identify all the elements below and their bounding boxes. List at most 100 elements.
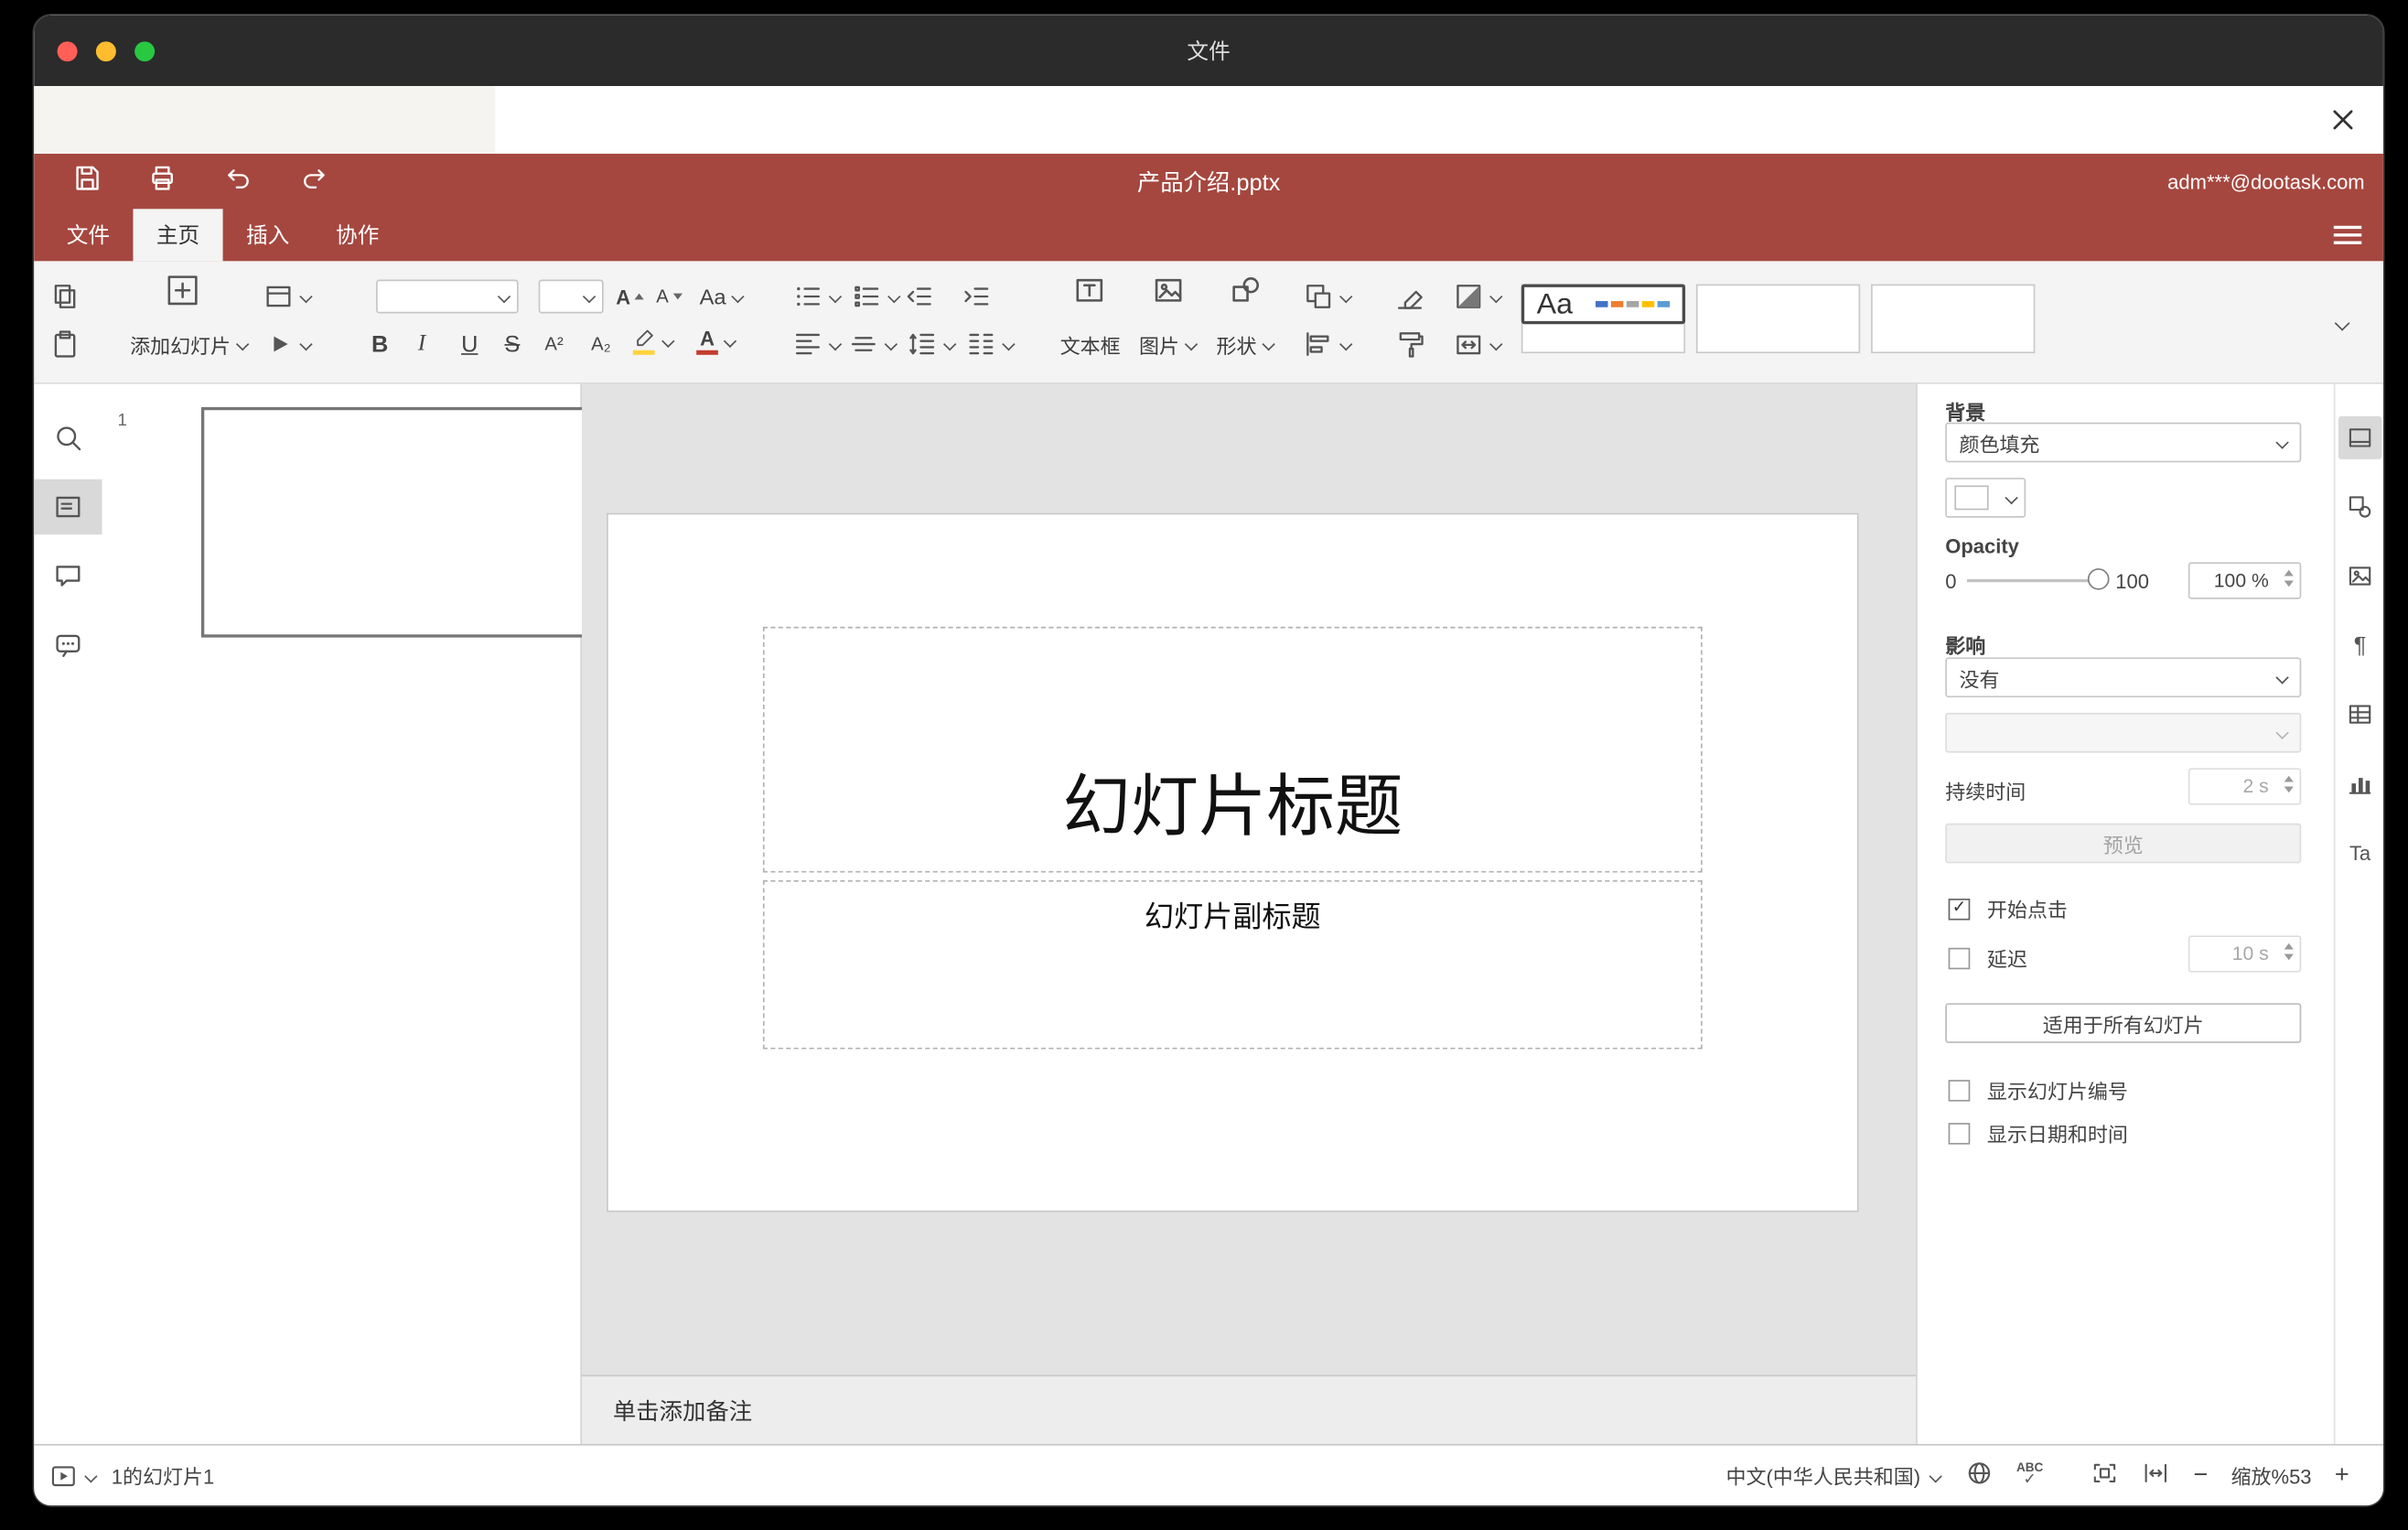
slide-layout-button[interactable]: [263, 280, 311, 314]
table-settings-button[interactable]: [2338, 693, 2381, 736]
feedback-button[interactable]: [34, 618, 102, 673]
duration-spinbox[interactable]: 2 s: [2188, 768, 2302, 805]
insert-shape-button[interactable]: [1229, 274, 1263, 307]
effect-select[interactable]: 没有: [1945, 657, 2302, 698]
comments-button[interactable]: [34, 548, 102, 603]
strikeout-button[interactable]: S: [504, 328, 520, 361]
spin-arrows[interactable]: [2284, 775, 2294, 793]
close-window-button[interactable]: [57, 40, 78, 61]
background-fill-select[interactable]: 颜色填充: [1945, 422, 2302, 463]
text-art-settings-button[interactable]: Ta: [2338, 831, 2381, 874]
apply-to-all-button[interactable]: 适用于所有幻灯片: [1945, 1003, 2302, 1043]
chart-settings-button[interactable]: [2338, 762, 2381, 805]
theme-option-3[interactable]: [1871, 284, 2036, 354]
increase-font-button[interactable]: A: [616, 280, 645, 314]
font-color-button[interactable]: A: [696, 324, 735, 358]
decrease-font-button[interactable]: A: [656, 280, 683, 314]
redo-button[interactable]: [298, 162, 329, 200]
spin-down-icon[interactable]: [2284, 954, 2294, 961]
add-slide-button[interactable]: [164, 274, 201, 307]
language-select[interactable]: 中文(中华人民共和国): [1725, 1460, 1941, 1490]
clear-style-button[interactable]: [1394, 280, 1425, 314]
spin-arrows[interactable]: [2284, 943, 2294, 961]
minimize-window-button[interactable]: [95, 40, 116, 61]
vertical-align-button[interactable]: [848, 328, 896, 361]
highlight-color-button[interactable]: [631, 324, 673, 358]
print-button[interactable]: [147, 162, 178, 200]
insert-image-dropdown[interactable]: 图片: [1139, 328, 1197, 361]
slide-thumbnail[interactable]: [200, 406, 615, 638]
delay-spinbox[interactable]: 10 s: [2188, 935, 2302, 973]
insert-image-button[interactable]: [1151, 274, 1185, 307]
bold-button[interactable]: B: [371, 328, 388, 361]
subtitle-placeholder[interactable]: 幻灯片副标题: [762, 879, 1703, 1050]
zoom-level[interactable]: 缩放%53: [2231, 1460, 2312, 1490]
fit-width-button[interactable]: [2143, 1460, 2170, 1492]
decrease-indent-button[interactable]: [904, 280, 935, 314]
copy-button[interactable]: [49, 280, 81, 314]
arrange-shapes-button[interactable]: [1303, 280, 1350, 314]
slide-settings-button[interactable]: [2338, 415, 2382, 459]
tab-file[interactable]: 文件: [43, 209, 133, 261]
slide-size-button[interactable]: [1453, 328, 1500, 361]
copy-style-button[interactable]: [1394, 328, 1425, 361]
opacity-spinbox[interactable]: 100 %: [2188, 562, 2302, 599]
start-slideshow-button[interactable]: [263, 328, 311, 361]
zoom-out-button[interactable]: −: [2193, 1462, 2208, 1488]
spellcheck-button[interactable]: ABC ✓: [2016, 1461, 2043, 1489]
tab-home[interactable]: 主页: [133, 209, 223, 262]
zoom-in-button[interactable]: +: [2335, 1462, 2349, 1488]
fit-slide-button[interactable]: [2091, 1460, 2119, 1492]
tab-insert[interactable]: 插入: [223, 209, 313, 261]
numbered-list-button[interactable]: [851, 280, 898, 314]
spin-arrows[interactable]: [2284, 569, 2294, 587]
background-color-picker[interactable]: [1945, 478, 2026, 518]
bullet-list-button[interactable]: [792, 280, 840, 314]
start-slideshow-statusbar-button[interactable]: [49, 1461, 96, 1489]
subscript-button[interactable]: A₂: [591, 328, 610, 361]
image-settings-button[interactable]: [2338, 555, 2381, 598]
columns-button[interactable]: [966, 328, 1014, 361]
font-size-select[interactable]: [538, 279, 604, 314]
superscript-button[interactable]: A²: [544, 328, 563, 361]
paragraph-settings-button[interactable]: ¶: [2338, 624, 2381, 667]
align-shapes-button[interactable]: [1303, 328, 1350, 361]
undo-button[interactable]: [223, 162, 254, 200]
slides-panel-button[interactable]: [34, 479, 102, 535]
line-spacing-button[interactable]: [907, 328, 954, 361]
italic-button[interactable]: I: [418, 328, 425, 361]
save-button[interactable]: [71, 162, 102, 200]
spin-down-icon[interactable]: [2284, 786, 2294, 793]
editor-canvas[interactable]: 幻灯片标题 幻灯片副标题 单击添加备注: [582, 383, 1917, 1444]
spin-up-icon[interactable]: [2284, 775, 2294, 782]
shape-fill-button[interactable]: [1453, 280, 1500, 314]
horizontal-align-button[interactable]: [792, 328, 840, 361]
search-button[interactable]: [34, 410, 102, 465]
increase-indent-button[interactable]: [961, 280, 992, 314]
notes-area[interactable]: 单击添加备注: [582, 1374, 1917, 1444]
spin-up-icon[interactable]: [2284, 943, 2294, 950]
close-editor-button[interactable]: [2318, 95, 2368, 145]
slide-surface[interactable]: 幻灯片标题 幻灯片副标题: [607, 514, 1857, 1211]
show-date-time-checkbox[interactable]: [1948, 1122, 1971, 1144]
zoom-window-button[interactable]: [134, 40, 156, 61]
delay-checkbox[interactable]: [1948, 946, 1971, 969]
insert-textbox-label[interactable]: 文本框: [1060, 328, 1121, 361]
preview-button[interactable]: 预览: [1945, 823, 2302, 864]
spin-down-icon[interactable]: [2284, 580, 2294, 587]
add-slide-dropdown[interactable]: 添加幻灯片: [130, 328, 248, 361]
toolbar-expand-button[interactable]: [2334, 307, 2347, 341]
tab-collaboration[interactable]: 协作: [313, 209, 403, 261]
show-slide-number-checkbox[interactable]: [1948, 1079, 1971, 1101]
change-case-button[interactable]: Aa: [700, 280, 744, 314]
shape-settings-button[interactable]: [2338, 485, 2381, 528]
theme-option-2[interactable]: [1695, 284, 1861, 354]
hamburger-menu-button[interactable]: [2333, 225, 2362, 244]
document-language-button[interactable]: [1965, 1460, 1993, 1492]
paste-button[interactable]: [49, 328, 81, 361]
underline-button[interactable]: U: [461, 328, 478, 361]
effect-type-select[interactable]: [1945, 712, 2302, 753]
theme-option-selected[interactable]: Aa: [1521, 284, 1686, 325]
insert-textbox-button[interactable]: [1072, 274, 1106, 307]
title-placeholder[interactable]: 幻灯片标题: [762, 626, 1703, 873]
